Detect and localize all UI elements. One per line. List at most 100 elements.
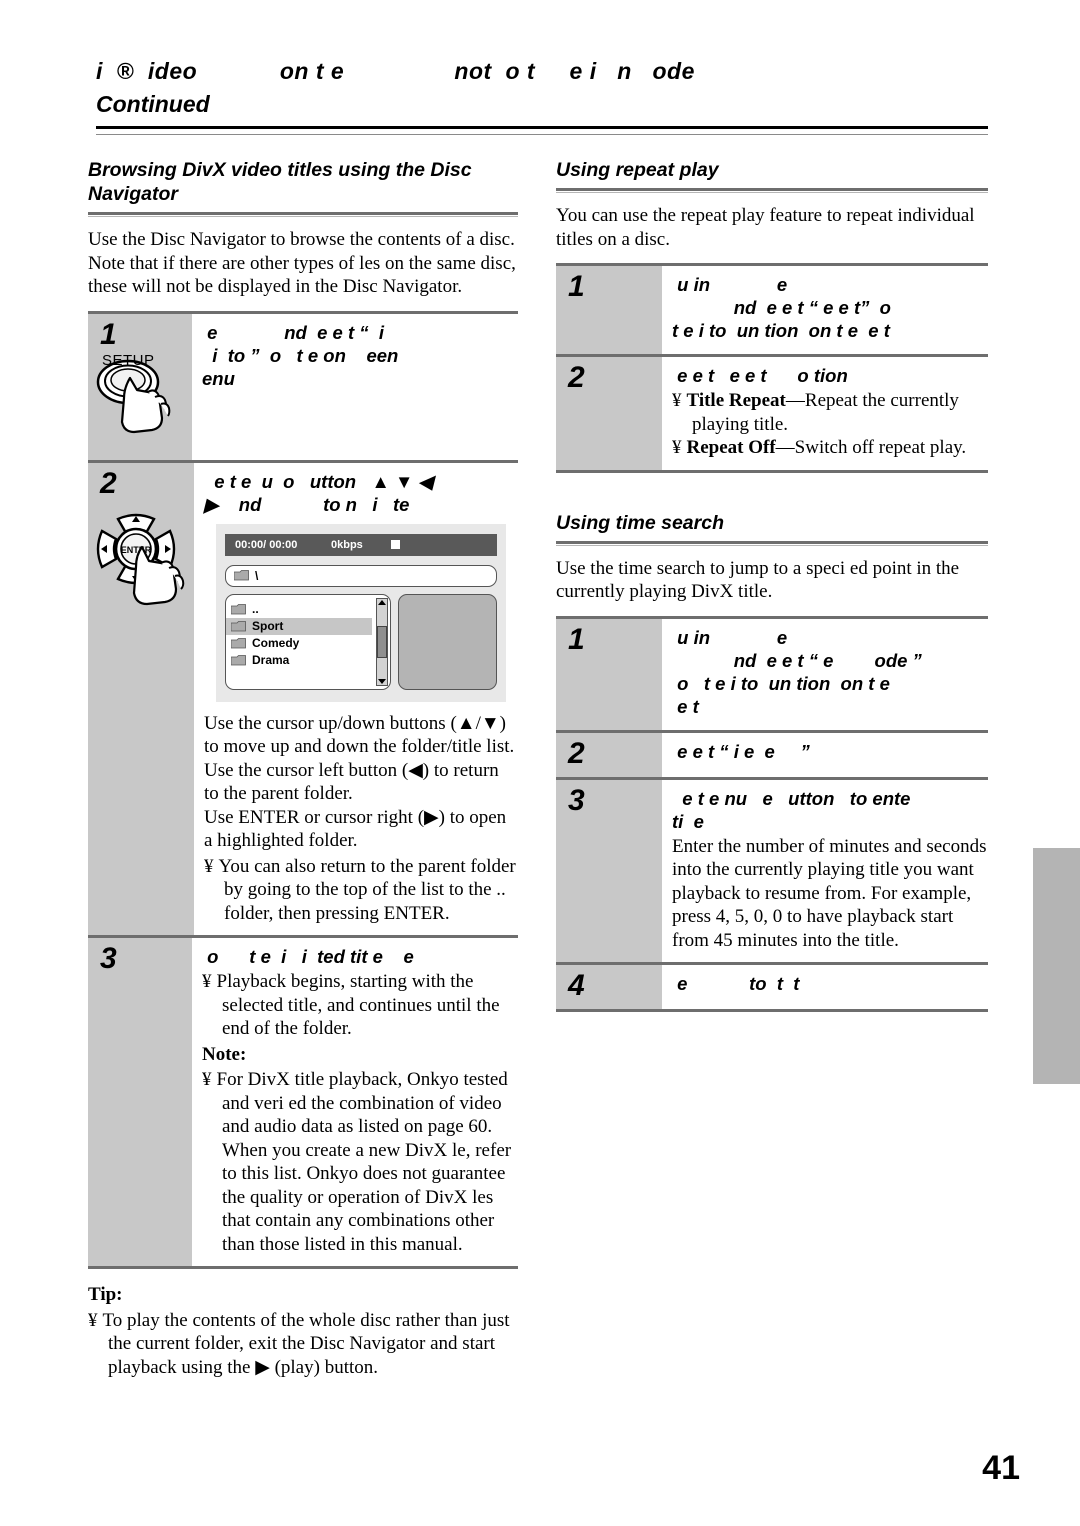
step-instruction-time-2: e e t “ i e e ”	[672, 740, 810, 762]
repeat-intro: You can use the repeat play feature to r…	[556, 205, 975, 250]
step-number-1: 1	[100, 317, 117, 351]
scroll-up-icon[interactable]	[378, 599, 386, 605]
step-body-time-2: e e t “ i e e ”	[662, 733, 988, 777]
folder-icon	[230, 654, 246, 666]
timesearch-intro: Use the time search to jump to a speci e…	[556, 557, 960, 603]
step-row-time-1: 1 u in e nd e e t “ e ode ” o t e i to u…	[556, 618, 988, 733]
list-item[interactable]: Drama	[226, 652, 390, 669]
osd-file-list[interactable]: .. Sport Comedy Drama	[225, 593, 391, 690]
step-number-cell-time-4: 4	[556, 965, 662, 1009]
enter-open-help: Use ENTER or cursor right (▶) to open a …	[204, 806, 507, 852]
bullet-text: Playback begins, starting with the selec…	[216, 971, 500, 1039]
folder-icon	[233, 570, 249, 581]
repeat-option-bullets: ¥ Title Repeat—Repeat the currently playi…	[672, 389, 988, 460]
step-instruction-time-4: e to t t	[672, 973, 800, 994]
scrollbar[interactable]	[376, 597, 388, 686]
running-head-continued: Continued	[96, 91, 210, 117]
scroll-down-icon[interactable]	[378, 678, 386, 684]
bullet-icon: ¥	[672, 390, 682, 411]
step-body-time-3: e t e nu e utton to ente ti e Enter the …	[662, 780, 988, 963]
osd-status-bar: 00:00/ 00:00 0kbps	[225, 533, 497, 556]
list-item: ¥ Playback begins, starting with the sele…	[202, 970, 518, 1041]
option-term: Repeat Off	[686, 437, 776, 458]
manual-page: i ® ideo on t e not o t e i n ode Contin…	[0, 0, 1080, 1526]
cursor-updown-help: Use the cursor up/down buttons (▲/▼) to …	[204, 712, 515, 758]
bullet-text: For DivX title playback, Onkyo tested an…	[216, 1069, 512, 1255]
folder-icon	[230, 637, 246, 649]
tip-block: Tip: ¥ To play the contents of the whole …	[88, 1283, 518, 1379]
osd-bitrate: 0kbps	[331, 538, 363, 551]
running-head: i ® ideo on t e not o t e i n ode Contin…	[96, 58, 988, 118]
step-body-1: e nd e e t “ i i to ” o t e on een enu	[192, 314, 518, 460]
bullet-icon: ¥	[202, 1069, 212, 1090]
step-body-time-4: e to t t	[662, 965, 988, 1009]
step-instruction-1: e nd e e t “ i i to ” o t e on een enu	[202, 321, 399, 389]
enter-dpad-icon: ENTER	[96, 513, 185, 605]
dpad-illustration: ENTER	[88, 503, 194, 621]
step-number-repeat-1: 1	[568, 270, 585, 303]
note-heading: Note:	[202, 1043, 247, 1065]
section-title-repeat: Using repeat play	[556, 159, 719, 181]
osd-panes: .. Sport Comedy Drama	[225, 593, 497, 690]
list-item[interactable]: ..	[226, 601, 390, 618]
section-title-browsing: Browsing DivX video titles using the Dis…	[88, 159, 472, 205]
step-instruction-time-1: u in e nd e e t “ e ode ” o t e i to un …	[677, 626, 922, 717]
repeat-steps: 1 u in e nd e e t “ e e t” o t e i to un…	[556, 263, 988, 473]
svg-text:ENTER: ENTER	[121, 545, 152, 555]
option-text: Switch off repeat play.	[794, 437, 967, 458]
list-item-label: Comedy	[252, 636, 300, 650]
list-item: ¥ You can also return to the parent folde…	[204, 855, 518, 926]
list-item-label: Sport	[252, 619, 284, 633]
list-item[interactable]: Sport	[226, 617, 372, 635]
setup-button-illustration: SETUP	[88, 352, 192, 452]
list-item: ¥ For DivX title playback, Onkyo tested a…	[202, 1068, 518, 1256]
step-row-time-4: 4 e to t t	[556, 965, 988, 1012]
tip-heading: Tip:	[88, 1284, 123, 1305]
osd-preview-pane	[398, 593, 497, 690]
step-body-repeat-2: e e t e e t o tion ¥ Title Repeat—Repeat …	[662, 357, 988, 470]
option-term: Title Repeat	[686, 390, 786, 411]
step-number-2: 2	[100, 466, 117, 500]
osd-path-value: \	[255, 568, 259, 583]
step-instruction-time-3: e t e nu e utton to ente ti e	[672, 787, 911, 832]
step-number-cell-repeat-2: 2	[556, 357, 662, 470]
step-body-time-1: u in e nd e e t “ e ode ” o t e i to un …	[662, 619, 988, 730]
bullet-text: You can also return to the parent folder…	[218, 855, 516, 924]
header-rule	[96, 126, 988, 135]
page-number: 41	[982, 1449, 1020, 1487]
tip-bullets: ¥ To play the contents of the whole disc …	[88, 1309, 518, 1380]
bullet-text: To play the contents of the whole disc r…	[102, 1309, 510, 1378]
step-row-time-3: 3 e t e nu e utton to ente ti e Enter th…	[556, 779, 988, 965]
list-item: ¥ Title Repeat—Repeat the currently playi…	[672, 389, 988, 436]
step-row-repeat-1: 1 u in e nd e e t “ e e t” o t e i to un…	[556, 266, 988, 357]
step-row-time-2: 2 e e t “ i e e ”	[556, 732, 988, 780]
browsing-intro: Use the Disc Navigator to browse the con…	[88, 229, 516, 297]
step-number-time-3: 3	[568, 783, 585, 817]
bullet-icon: ¥	[672, 437, 682, 458]
list-item-label: ..	[252, 602, 259, 616]
step-number-repeat-2: 2	[568, 361, 585, 394]
section-rule	[556, 540, 988, 546]
step-body-repeat-1: u in e nd e e t “ e e t” o t e i to un t…	[662, 266, 988, 354]
osd-path-field[interactable]: \	[225, 564, 497, 587]
step-number-time-4: 4	[568, 969, 585, 1002]
step-number-time-2: 2	[568, 736, 585, 770]
step-number-cell-3: 3	[88, 938, 192, 1266]
scrollbar-thumb[interactable]	[377, 625, 387, 658]
step-number-cell-time-1: 1	[556, 618, 662, 730]
list-item: ¥ To play the contents of the whole disc …	[88, 1309, 518, 1380]
folder-icon	[230, 620, 246, 632]
step-instruction-repeat-2: e e t e e t o tion	[672, 365, 848, 386]
list-item[interactable]: Comedy	[226, 635, 390, 652]
step-body-2: e t e u o utton ▲ ▼ ◀ ▶ nd to n i te 00:…	[194, 463, 518, 936]
osd-time: 00:00/ 00:00	[235, 538, 298, 551]
setup-button-label: SETUP	[102, 351, 155, 369]
timesearch-entry-help: Enter the number of minutes and seconds …	[672, 835, 987, 951]
step-instruction-3: o t e i i ted tit e e	[202, 946, 414, 967]
chapter-thumb-tab	[1033, 848, 1080, 1084]
bullet-icon: ¥	[88, 1309, 98, 1331]
timesearch-steps: 1 u in e nd e e t “ e ode ” o t e i to u…	[556, 615, 988, 1012]
list-item: ¥ Repeat Off—Switch off repeat play.	[672, 436, 988, 460]
section-rule	[88, 212, 518, 217]
note-bullets: ¥ For DivX title playback, Onkyo tested a…	[202, 1068, 518, 1256]
